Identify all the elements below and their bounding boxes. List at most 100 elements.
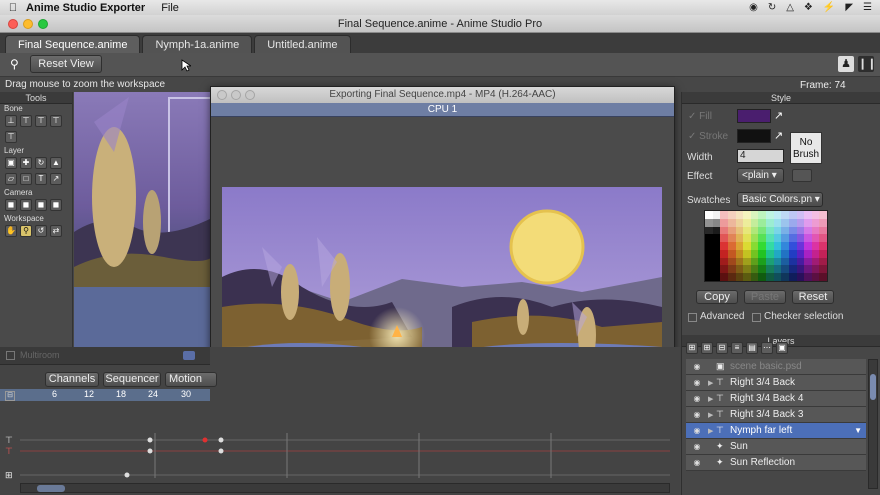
file-menu[interactable]: File (161, 2, 179, 14)
color-swatch[interactable] (811, 257, 820, 266)
color-swatch[interactable] (811, 234, 820, 243)
rotate-layer-icon[interactable]: ↻ (35, 157, 47, 169)
color-swatch[interactable] (766, 234, 774, 243)
paste-button[interactable]: Paste (744, 290, 786, 304)
color-swatch[interactable] (750, 265, 759, 274)
color-swatch[interactable] (758, 211, 766, 219)
creative-cloud-icon[interactable]: ◉ (749, 2, 758, 13)
text-tool-icon[interactable]: T (35, 173, 47, 185)
color-swatch[interactable] (735, 257, 744, 266)
color-swatch[interactable] (712, 226, 721, 235)
advanced-checkbox[interactable] (688, 313, 697, 322)
reset-view-button[interactable]: Reset View (30, 55, 102, 73)
color-swatch[interactable] (781, 234, 789, 243)
color-swatch[interactable] (796, 257, 805, 266)
roll-camera-icon[interactable]: ◼ (35, 199, 47, 211)
color-swatch[interactable] (743, 265, 751, 274)
effect-options-button[interactable] (792, 169, 812, 182)
color-swatch[interactable] (804, 257, 812, 266)
track-camera-icon[interactable]: ◼ (5, 199, 17, 211)
tab-untitled[interactable]: Untitled.anime (254, 35, 351, 53)
expand-triangle-icon[interactable]: ▶ (708, 379, 716, 387)
color-swatch[interactable] (735, 249, 744, 258)
color-swatch[interactable] (743, 211, 751, 219)
layer-row-selected[interactable]: ◉ ▶ ⊤ Nymph far left ▼ (686, 423, 866, 439)
color-swatch[interactable] (773, 234, 782, 243)
color-swatch[interactable] (727, 249, 736, 258)
color-swatch[interactable] (766, 226, 774, 235)
color-swatch[interactable] (804, 218, 812, 227)
color-swatch[interactable] (819, 273, 827, 281)
color-swatch[interactable] (735, 234, 744, 243)
panel-checkbox[interactable] (6, 351, 15, 360)
checker-checkbox[interactable] (752, 313, 761, 322)
color-swatch[interactable] (781, 257, 789, 266)
tab-sequencer[interactable]: Sequencer (103, 372, 161, 387)
apple-icon[interactable]:  (0, 2, 26, 14)
color-swatch[interactable] (720, 242, 728, 250)
shear-layer-icon[interactable]: ▱ (5, 173, 17, 185)
color-swatch[interactable] (781, 265, 789, 274)
swatches-select[interactable]: Basic Colors.pn ▾ (737, 192, 823, 207)
set-origin-icon[interactable]: ▣ (5, 157, 17, 169)
color-swatch[interactable] (773, 249, 782, 258)
color-swatch[interactable] (758, 242, 766, 250)
color-swatch[interactable] (727, 226, 736, 235)
color-swatch[interactable] (712, 265, 721, 274)
color-swatch[interactable] (735, 226, 744, 235)
layer-row[interactable]: ◉ ✦ Sun Reflection (686, 455, 866, 471)
color-swatch[interactable] (758, 218, 766, 227)
new-layer-icon[interactable]: ⊞ (686, 342, 698, 354)
color-swatch[interactable] (758, 249, 766, 258)
bolt-icon[interactable]: ⚡ (823, 2, 835, 13)
move-layer-icon[interactable]: ✚ (20, 157, 32, 169)
color-swatch[interactable] (743, 218, 751, 227)
color-swatch[interactable] (819, 265, 827, 274)
color-swatch[interactable] (758, 226, 766, 235)
rotate-workspace-icon[interactable]: ↺ (35, 225, 47, 237)
eye-icon[interactable]: ◉ (686, 394, 708, 403)
color-swatch[interactable] (735, 265, 744, 274)
color-swatch[interactable] (773, 211, 782, 219)
scale-layer-icon[interactable]: ▲ (50, 157, 62, 169)
color-swatch[interactable] (804, 273, 812, 281)
fill-checkbox-label[interactable]: ✓ Fill (688, 111, 712, 122)
color-swatch[interactable] (773, 226, 782, 235)
color-swatch[interactable] (788, 218, 797, 227)
color-swatch[interactable] (804, 242, 812, 250)
color-swatch[interactable] (727, 257, 736, 266)
color-swatch[interactable] (705, 211, 713, 219)
color-swatch[interactable] (811, 226, 820, 235)
export-close-button[interactable] (217, 90, 227, 100)
perspective-icon[interactable]: □ (20, 173, 32, 185)
tab-final-sequence[interactable]: Final Sequence.anime (5, 35, 141, 53)
bone-track-icon[interactable]: ⊤ (5, 435, 13, 446)
color-swatch[interactable] (750, 273, 759, 281)
color-swatch[interactable] (781, 218, 789, 227)
color-swatch[interactable] (796, 249, 805, 258)
color-swatch[interactable] (788, 234, 797, 243)
expand-triangle-icon[interactable]: ▶ (708, 411, 716, 419)
color-swatch[interactable] (750, 234, 759, 243)
color-swatch[interactable] (720, 218, 728, 227)
reset-style-button[interactable]: Reset (792, 290, 834, 304)
color-swatch[interactable] (705, 273, 713, 281)
color-swatch[interactable] (750, 226, 759, 235)
color-swatch[interactable] (720, 265, 728, 274)
layer-settings-icon[interactable]: ≡ (731, 342, 743, 354)
color-swatch[interactable] (735, 242, 744, 250)
color-swatch[interactable] (804, 265, 812, 274)
expand-triangle-icon[interactable]: ▶ (708, 395, 716, 403)
color-swatch[interactable] (788, 273, 797, 281)
delete-layer-icon[interactable]: ⊟ (716, 342, 728, 354)
color-swatch[interactable] (712, 257, 721, 266)
color-swatch[interactable] (766, 242, 774, 250)
hand-tool-icon[interactable]: ✋ (5, 225, 17, 237)
color-swatch[interactable] (819, 234, 827, 243)
color-swatch[interactable] (811, 265, 820, 274)
select-bone-icon[interactable]: ⊥ (5, 115, 17, 127)
minimize-window-button[interactable] (23, 19, 33, 29)
color-swatch[interactable] (804, 249, 812, 258)
color-swatch[interactable] (705, 218, 713, 227)
eye-icon[interactable]: ◉ (686, 426, 708, 435)
